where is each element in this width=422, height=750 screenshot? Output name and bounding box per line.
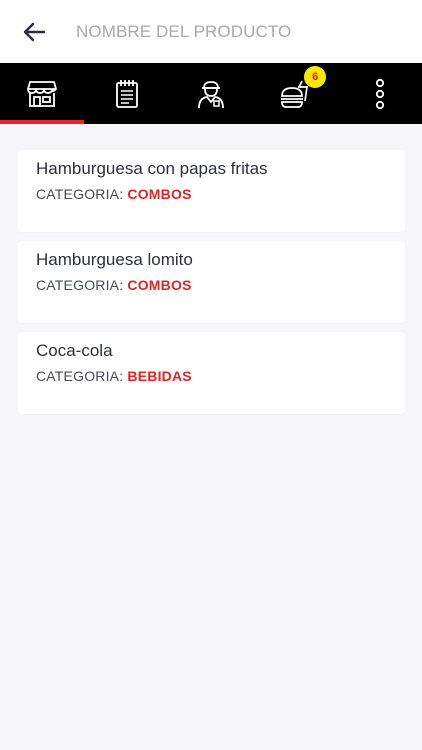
arrow-left-icon: [23, 22, 46, 41]
product-category: CATEGORIA: COMBOS: [36, 277, 387, 293]
product-category: CATEGORIA: COMBOS: [36, 186, 387, 202]
category-value: COMBOS: [127, 186, 192, 202]
back-button[interactable]: [14, 12, 54, 52]
active-tab-indicator: [0, 120, 84, 124]
tab-orders[interactable]: [84, 63, 168, 124]
notepad-icon: [115, 79, 138, 108]
category-label: CATEGORIA:: [36, 186, 128, 202]
product-card[interactable]: Coca-cola CATEGORIA: BEBIDAS: [18, 332, 405, 414]
category-value: BEBIDAS: [127, 368, 192, 384]
product-list: Hamburguesa con papas fritas CATEGORIA: …: [18, 150, 405, 423]
tab-bar: 6: [0, 63, 422, 124]
search-header: [0, 0, 422, 63]
category-label: CATEGORIA:: [36, 277, 128, 293]
product-name: Hamburguesa con papas fritas: [36, 159, 268, 178]
product-card[interactable]: Hamburguesa lomito CATEGORIA: COMBOS: [18, 241, 405, 323]
category-label: CATEGORIA:: [36, 368, 128, 384]
more-vertical-icon: [375, 78, 384, 109]
tab-delivery[interactable]: [169, 63, 253, 124]
product-name: Hamburguesa lomito: [36, 250, 193, 269]
tab-cart[interactable]: 6: [253, 63, 337, 124]
app-screen: 6 Hamburguesa con papas fritas CATEGORIA…: [0, 0, 422, 750]
tab-store[interactable]: [0, 63, 84, 124]
cart-count-badge: 6: [304, 66, 327, 88]
tab-more[interactable]: [338, 63, 422, 124]
product-card[interactable]: Hamburguesa con papas fritas CATEGORIA: …: [18, 150, 405, 232]
product-category: CATEGORIA: BEBIDAS: [36, 368, 387, 384]
product-name-search-input[interactable]: [76, 13, 396, 50]
delivery-person-icon: [198, 80, 224, 108]
store-icon: [27, 80, 58, 107]
category-value: COMBOS: [127, 277, 192, 293]
product-name: Coca-cola: [36, 341, 113, 360]
